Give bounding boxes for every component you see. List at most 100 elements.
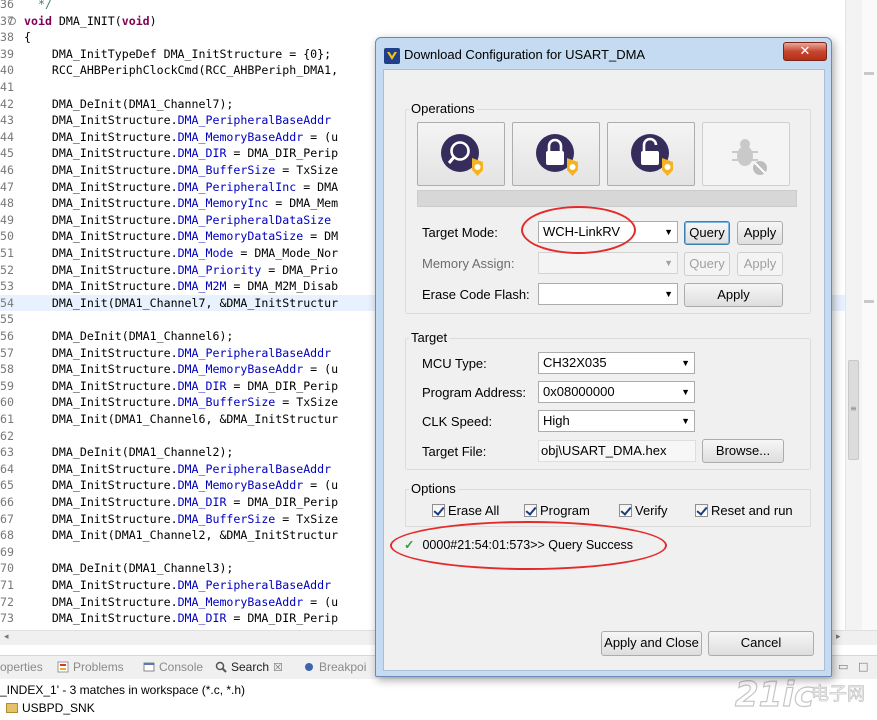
search-result-project[interactable]: USBPD_SNK	[6, 701, 95, 715]
program-address-label: Program Address:	[422, 385, 527, 400]
unprotect-button[interactable]	[607, 122, 695, 186]
code-token: DMA_InitStructure.	[24, 179, 178, 194]
ruler-mark[interactable]	[864, 300, 874, 303]
disable-debug-button[interactable]	[702, 122, 790, 186]
code-token: DMA_MemoryInc	[177, 196, 269, 211]
code-token: DMA_InitStructure.	[24, 229, 178, 244]
code-token: = (u	[303, 362, 339, 377]
target-label: Target	[409, 330, 450, 345]
code-line[interactable]: 37 void DMA_INIT(void)	[0, 13, 877, 30]
code-text: DMA_Init(DMA1_Channel2, &DMA_InitStructu…	[24, 527, 338, 544]
code-token: = TxSize	[275, 511, 339, 526]
memory-query-button[interactable]: Query	[684, 252, 730, 276]
download-configuration-dialog[interactable]: Download Configuration for USART_DMA ✕ O…	[375, 37, 832, 677]
code-token: = DMA_DIR_Perip	[226, 378, 339, 393]
checkbox-checked-icon	[432, 504, 445, 517]
mcu-type-select[interactable]: CH32X035 ▼	[538, 352, 695, 374]
verify-checkbox[interactable]: Verify	[619, 503, 668, 518]
line-number: 72	[0, 594, 14, 609]
line-number: 51	[0, 246, 14, 260]
target-file-field[interactable]: obj\USART_DMA.hex	[538, 440, 696, 462]
program-address-value: 0x08000000	[543, 384, 615, 399]
apply-and-close-button[interactable]: Apply and Close	[601, 631, 702, 656]
line-number: 55	[0, 312, 14, 327]
ruler-mark[interactable]	[864, 72, 874, 75]
query-button[interactable]: Query	[684, 221, 730, 245]
code-text: RCC_AHBPeriphClockCmd(RCC_AHBPeriph_DMA1…	[24, 62, 338, 79]
line-number: 61	[0, 412, 14, 426]
reset-and-run-checkbox[interactable]: Reset and run	[695, 503, 793, 518]
code-token: DMA_InitStructure.	[24, 611, 178, 626]
dialog-title: Download Configuration for USART_DMA	[404, 47, 646, 62]
code-token: DMA_InitTypeDef DMA_InitStructure = {0};	[24, 46, 332, 61]
scroll-right-icon[interactable]: ▸	[836, 632, 841, 642]
apply-button[interactable]: Apply	[737, 221, 783, 245]
line-number: 68	[0, 528, 14, 543]
erase-all-checkbox[interactable]: Erase All	[432, 503, 499, 518]
code-token: DMA_PeripheralBaseAddr	[177, 578, 332, 592]
fold-toggle-icon[interactable]	[8, 16, 16, 25]
code-token: DMA_Priority	[177, 262, 262, 277]
editor-vertical-scrollbar[interactable]	[845, 0, 862, 630]
line-number: 52	[0, 262, 14, 277]
tab-properties[interactable]: operties	[0, 658, 43, 676]
memory-apply-button[interactable]: Apply	[737, 252, 783, 276]
code-text: DMA_InitStructure.DMA_PeripheralInc = DM…	[24, 179, 338, 196]
read-protect-button[interactable]	[512, 122, 600, 186]
code-token: DMA_InitStructure.	[24, 279, 178, 294]
code-text: DMA_InitStructure.DMA_BufferSize = TxSiz…	[24, 162, 338, 179]
operations-label: Operations	[409, 101, 477, 116]
code-token: DMA_DIR	[177, 611, 227, 626]
target-mode-label: Target Mode:	[422, 225, 498, 240]
line-number: 41	[0, 80, 14, 94]
code-token: DMA_DeInit(DMA1_Channel2);	[24, 445, 234, 460]
code-token: DMA_MemoryDataSize	[177, 229, 304, 244]
code-token: = DM	[303, 229, 339, 244]
line-number: 59	[0, 378, 14, 393]
memory-assign-select[interactable]: ▼	[538, 252, 678, 274]
search-summary: _INDEX_1' - 3 matches in workspace (*.c,…	[0, 683, 246, 697]
tab-search[interactable]: Search ☒	[215, 658, 283, 676]
wch-app-icon	[384, 48, 400, 64]
annotation-ring-log	[390, 521, 667, 570]
program-checkbox[interactable]: Program	[524, 503, 590, 518]
code-token: {	[24, 30, 31, 45]
scroll-left-icon[interactable]: ◂	[4, 632, 9, 642]
query-chip-button[interactable]	[417, 122, 505, 186]
chevron-down-icon: ▼	[664, 227, 673, 237]
browse-button[interactable]: Browse...	[702, 439, 784, 463]
program-address-select[interactable]: 0x08000000 ▼	[538, 381, 695, 403]
clk-speed-select[interactable]: High ▼	[538, 410, 695, 432]
code-text: DMA_InitTypeDef DMA_InitStructure = {0};	[24, 46, 331, 63]
line-number: 40	[0, 63, 14, 78]
erase-apply-button[interactable]: Apply	[684, 283, 783, 307]
code-text: DMA_InitStructure.DMA_Mode = DMA_Mode_No…	[24, 245, 338, 262]
overview-ruler	[862, 0, 877, 630]
target-file-label: Target File:	[422, 444, 487, 459]
tab-problems[interactable]: Problems	[57, 658, 124, 676]
annotation-ring-target-mode	[521, 206, 636, 254]
erase-all-label: Erase All	[448, 503, 500, 518]
code-text: DMA_InitStructure.DMA_MemoryBaseAddr = (…	[24, 361, 338, 378]
code-line[interactable]: 36 */	[0, 0, 877, 13]
tab-console[interactable]: Console	[143, 658, 203, 676]
line-number: 56	[0, 329, 14, 343]
code-text: DMA_InitStructure.DMA_Priority = DMA_Pri…	[24, 262, 338, 279]
lock-icon	[536, 134, 578, 176]
line-number: 50	[0, 229, 14, 244]
line-number: 45	[0, 146, 14, 161]
tab-label: operties	[0, 660, 43, 674]
mcu-type-label: MCU Type:	[422, 356, 487, 371]
cancel-button[interactable]: Cancel	[708, 631, 814, 656]
code-token: = DMA	[296, 179, 339, 194]
project-label: USBPD_SNK	[22, 701, 95, 715]
close-button[interactable]: ✕	[783, 42, 827, 61]
chevron-down-icon: ▼	[664, 258, 673, 268]
code-text: DMA_InitStructure.DMA_DIR = DMA_DIR_Peri…	[24, 610, 338, 627]
tab-breakpoints[interactable]: Breakpoi	[303, 658, 366, 676]
line-number: 73	[0, 611, 14, 626]
code-token: DMA_InitStructure.	[24, 511, 178, 526]
code-token: DMA_InitStructure.	[24, 113, 178, 128]
erase-code-flash-select[interactable]: ▼	[538, 283, 678, 305]
tab-close-icon[interactable]: ☒	[273, 662, 283, 674]
